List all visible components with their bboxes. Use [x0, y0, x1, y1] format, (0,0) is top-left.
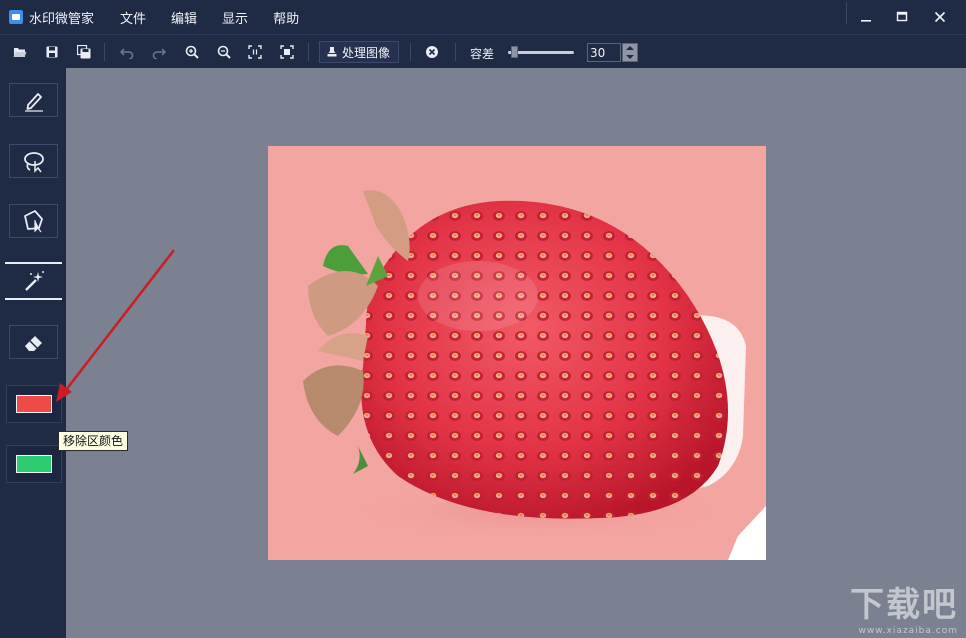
watermark-logo: 下载吧	[850, 585, 958, 625]
watermark-url: www.xiazaiba.com	[858, 626, 958, 636]
annotation-arrow	[56, 249, 175, 402]
tooltip: 移除区颜色	[58, 431, 129, 451]
watermark: 下载吧 www.xiazaiba.com	[850, 577, 958, 636]
